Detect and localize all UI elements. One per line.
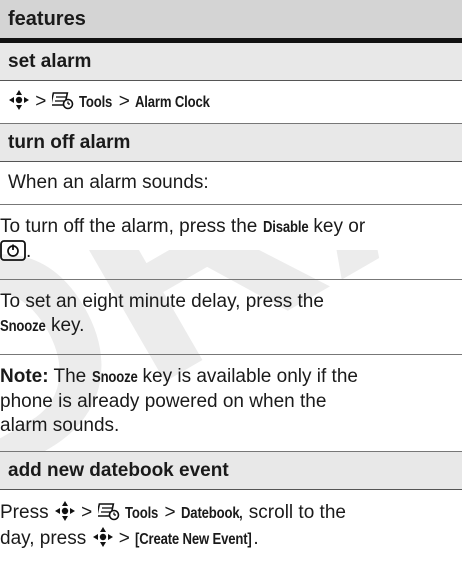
table-header: features bbox=[0, 0, 462, 43]
tools-label: Tools bbox=[78, 94, 113, 111]
datebook-row: Press > Tools > Datebook, scroll to the … bbox=[0, 490, 462, 562]
nav-key-icon bbox=[92, 527, 113, 547]
when-alarm-row: When an alarm sounds: bbox=[0, 162, 462, 205]
section-set-alarm: set alarm bbox=[0, 43, 462, 81]
turn-off-row: To turn off the alarm, press the Disable… bbox=[0, 205, 462, 280]
snooze-row: To set an eight minute delay, press the … bbox=[0, 280, 462, 355]
turn-off-alarm-title: turn off alarm bbox=[8, 132, 131, 153]
power-key-icon bbox=[0, 240, 26, 261]
section-datebook: add new datebook event bbox=[0, 452, 462, 490]
datebook-title: add new datebook event bbox=[8, 460, 229, 481]
header-title: features bbox=[8, 8, 86, 30]
snooze-key-label: Snooze bbox=[0, 318, 46, 335]
alarm-clock-label: Alarm Clock bbox=[135, 94, 210, 111]
tools-label: Tools bbox=[124, 505, 158, 522]
disable-key-label: Disable bbox=[262, 219, 309, 236]
create-new-event-label: [Create New Event] bbox=[135, 531, 252, 548]
set-alarm-path: > Tools > Alarm Clock bbox=[0, 81, 462, 124]
datebook-label: Datebook bbox=[180, 505, 240, 522]
when-alarm-text: When an alarm sounds: bbox=[8, 172, 209, 193]
nav-key-icon bbox=[54, 501, 75, 521]
tools-icon bbox=[51, 92, 73, 110]
note-snooze-label: Snooze bbox=[91, 369, 138, 386]
features-table: features set alarm > Tools > Alarm Clock… bbox=[0, 0, 462, 562]
nav-key-icon bbox=[9, 90, 29, 110]
set-alarm-title: set alarm bbox=[8, 51, 92, 72]
tools-icon bbox=[97, 503, 119, 521]
note-label: Note: bbox=[0, 366, 49, 387]
note-row: Note: The Snooze key is available only i… bbox=[0, 355, 462, 452]
section-turn-off-alarm: turn off alarm bbox=[0, 124, 462, 162]
